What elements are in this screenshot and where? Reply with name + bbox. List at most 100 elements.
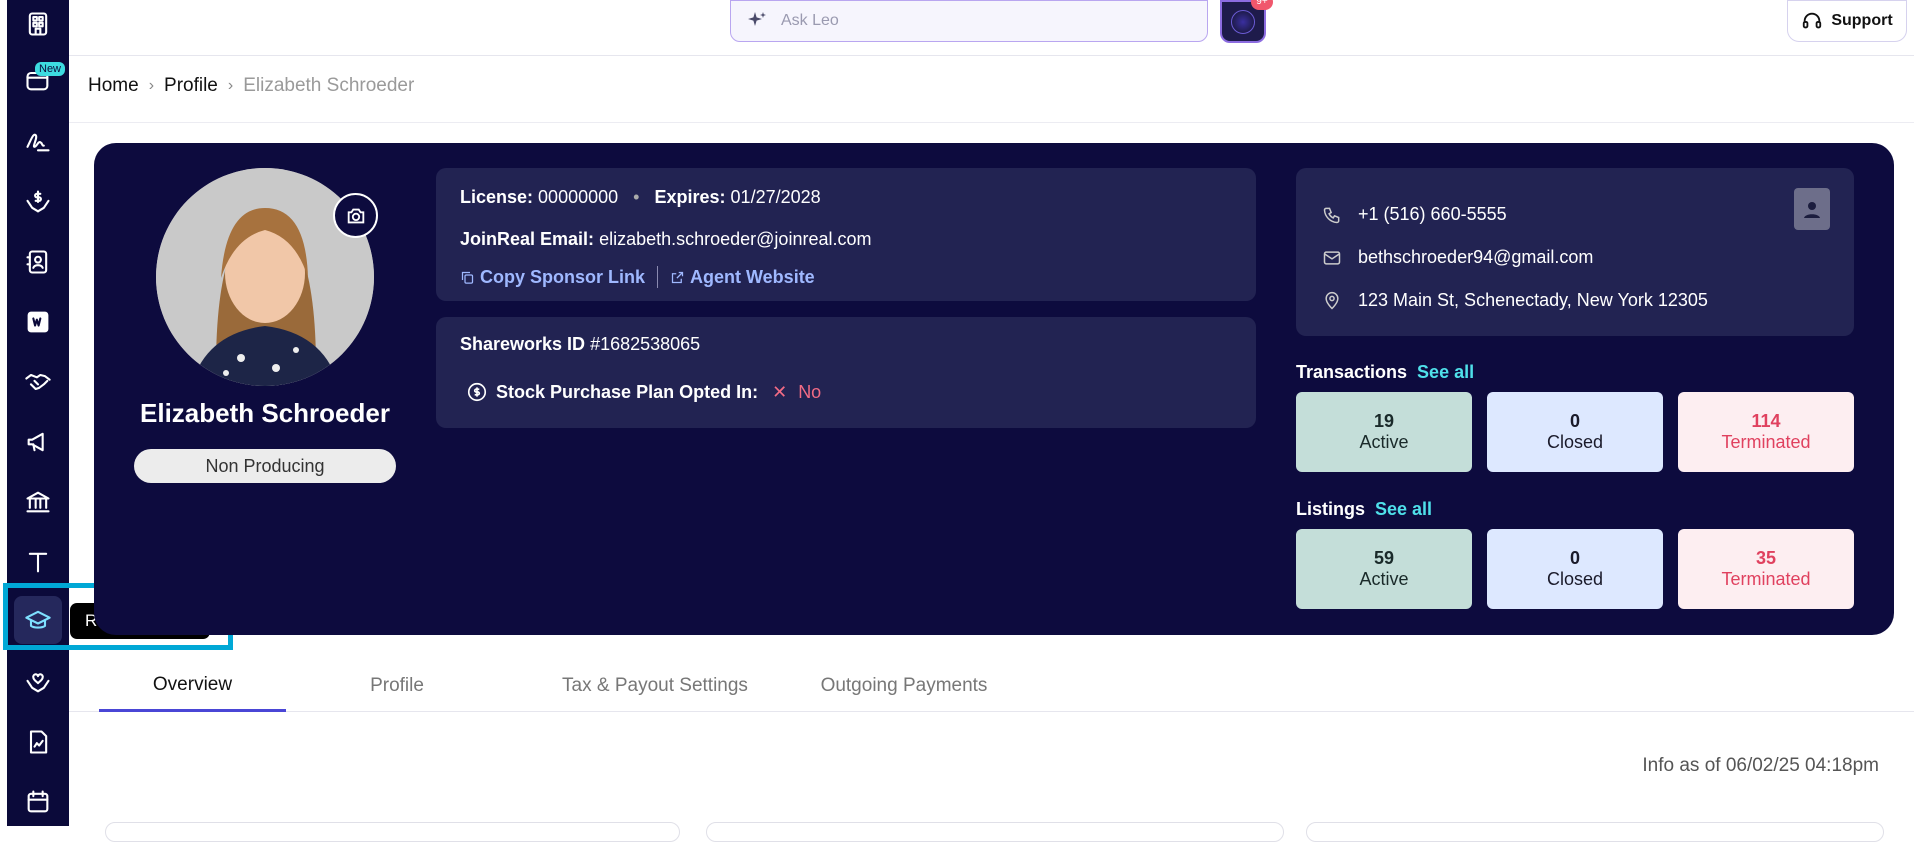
- sidebar: New: [7, 0, 69, 826]
- new-badge: New: [35, 62, 66, 76]
- stat-label: Active: [1359, 432, 1409, 452]
- sidebar-item-text[interactable]: [7, 538, 69, 586]
- license-value: 00000000: [538, 187, 619, 207]
- sparkle-icon: [748, 12, 766, 26]
- joinreal-email-label: JoinReal Email:: [460, 229, 595, 249]
- megaphone-icon: [27, 432, 44, 452]
- sidebar-item-care[interactable]: [7, 658, 69, 706]
- support-button[interactable]: Support: [1787, 0, 1907, 42]
- breadcrumb-home[interactable]: Home: [88, 75, 139, 97]
- stat-label: Terminated: [1721, 432, 1811, 452]
- tab-overview[interactable]: Overview: [99, 660, 286, 712]
- dollar-circle-icon: [467, 382, 487, 402]
- transactions-terminated[interactable]: 114 Terminated: [1678, 392, 1854, 472]
- sidebar-item-payments[interactable]: [7, 178, 69, 226]
- stat-count: 35: [1755, 548, 1777, 568]
- stock-plan-value-text: No: [798, 381, 822, 402]
- change-photo-button[interactable]: [333, 193, 378, 238]
- chevron-right-icon: ›: [227, 77, 234, 94]
- sidebar-item-bank[interactable]: [7, 478, 69, 526]
- transactions-see-all[interactable]: See all: [1417, 362, 1474, 383]
- license-line: License: 00000000 • Expires: 01/27/2028: [460, 187, 821, 208]
- phone-icon: [1323, 207, 1340, 223]
- text-t-icon: [28, 552, 48, 573]
- listings-title: Listings: [1296, 499, 1366, 519]
- sidebar-item-reports[interactable]: [7, 718, 69, 766]
- agent-name: Elizabeth Schroeder: [140, 398, 390, 428]
- stat-count: 0: [1569, 411, 1580, 431]
- document-chart-icon: [29, 730, 48, 754]
- handshake-icon: [25, 373, 51, 391]
- overview-card: [1306, 822, 1884, 842]
- dot-separator: •: [633, 187, 640, 207]
- signature-icon: [26, 133, 50, 152]
- listings-terminated[interactable]: 35 Terminated: [1678, 529, 1854, 609]
- phone-value: +1 (516) 660-5555: [1358, 204, 1507, 224]
- contact-card: +1 (516) 660-5555 bethschroeder94@gmail.…: [1296, 168, 1854, 336]
- contact-card-icon: [1804, 202, 1820, 218]
- overview-card: [706, 822, 1284, 842]
- shareworks-card: Shareworks ID #1682538065 Stock Purchase…: [436, 317, 1256, 428]
- license-label: License:: [460, 187, 534, 207]
- expires-label: Expires:: [654, 187, 726, 207]
- divider: [657, 266, 659, 288]
- money-hand-icon: [26, 190, 50, 213]
- contact-address: 123 Main St, Schenectady, New York 12305: [1322, 290, 1708, 311]
- email-value: bethschroeder94@gmail.com: [1358, 247, 1594, 267]
- stat-count: 114: [1751, 411, 1781, 431]
- dashboard-icon: [28, 12, 48, 36]
- stat-label: Closed: [1546, 432, 1604, 452]
- ask-leo-placeholder: Ask Leo: [781, 12, 839, 29]
- sidebar-item-contacts[interactable]: [7, 238, 69, 286]
- info-timestamp: Info as of 06/02/25 04:18pm: [1642, 755, 1879, 776]
- tab-tax-payout-settings[interactable]: Tax & Payout Settings: [525, 660, 785, 712]
- stock-plan-value: ✕ No: [772, 382, 821, 403]
- stock-plan-label: Stock Purchase Plan Opted In:: [496, 381, 759, 402]
- leo-orb-icon: [1231, 9, 1255, 34]
- contact-card-button[interactable]: [1794, 188, 1830, 230]
- mail-icon: [1323, 250, 1341, 265]
- stat-label: Active: [1359, 569, 1409, 589]
- calendar-icon: [27, 790, 49, 813]
- sidebar-item-brand[interactable]: [7, 298, 69, 346]
- listings-see-all[interactable]: See all: [1375, 499, 1432, 520]
- sidebar-item-deals[interactable]: [7, 358, 69, 406]
- stat-count: 0: [1569, 548, 1580, 568]
- breadcrumb-profile[interactable]: Profile: [164, 75, 218, 97]
- stat-count: 59: [1373, 548, 1395, 568]
- brand-w-icon: [27, 311, 49, 333]
- tab-bar: Overview Profile Tax & Payout Settings O…: [69, 660, 1914, 712]
- location-pin-icon: [1325, 291, 1339, 310]
- license-card: License: 00000000 • Expires: 01/27/2028 …: [436, 168, 1256, 301]
- support-label: Support: [1831, 12, 1893, 29]
- transactions-closed[interactable]: 0 Closed: [1487, 392, 1663, 472]
- tab-profile[interactable]: Profile: [317, 660, 477, 712]
- stat-label: Closed: [1546, 569, 1604, 589]
- contact-book-icon: [26, 250, 48, 274]
- ask-leo-search[interactable]: Ask Leo: [730, 0, 1208, 42]
- sidebar-item-marketing[interactable]: [7, 418, 69, 466]
- x-icon: ✕: [772, 381, 788, 402]
- tab-outgoing-payments[interactable]: Outgoing Payments: [789, 660, 1019, 712]
- sidebar-item-dashboard[interactable]: [7, 0, 69, 48]
- external-link-icon: [671, 271, 684, 283]
- bank-icon: [26, 491, 50, 513]
- listings-closed[interactable]: 0 Closed: [1487, 529, 1663, 609]
- shareworks-label: Shareworks ID: [460, 334, 586, 354]
- transactions-active[interactable]: 19 Active: [1296, 392, 1472, 472]
- chevron-right-icon: ›: [148, 77, 155, 94]
- breadcrumb: Home › Profile › Elizabeth Schroeder: [88, 74, 414, 98]
- copy-icon: [461, 271, 474, 284]
- agent-website-link[interactable]: Agent Website: [690, 267, 815, 288]
- overview-card: [105, 822, 680, 842]
- listings-active[interactable]: 59 Active: [1296, 529, 1472, 609]
- camera-icon: [347, 208, 364, 223]
- sidebar-item-calendar[interactable]: [7, 778, 69, 826]
- headset-icon: [1803, 12, 1822, 29]
- copy-sponsor-link[interactable]: Copy Sponsor Link: [480, 267, 645, 288]
- expires-value: 01/27/2028: [730, 187, 821, 207]
- address-value: 123 Main St, Schenectady, New York 12305: [1358, 290, 1708, 310]
- stat-count: 19: [1373, 411, 1395, 431]
- divider: [69, 122, 1914, 123]
- sidebar-item-signature[interactable]: [7, 117, 69, 165]
